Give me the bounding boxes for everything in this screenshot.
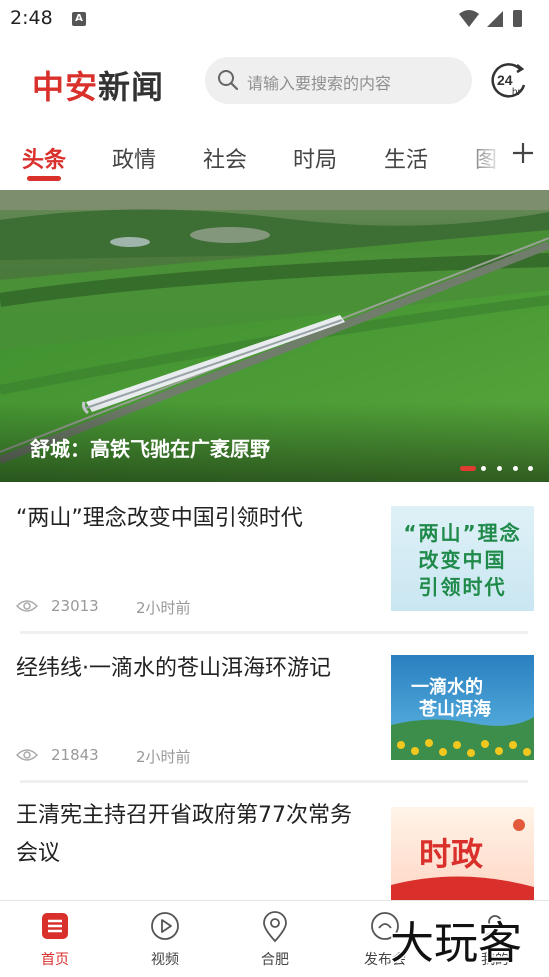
svg-text:大玩客: 大玩客 [390,918,522,969]
search-icon [218,70,239,91]
news-thumbnail: “两山”理念 改变中国 引领时代 [391,506,534,611]
search-bar[interactable]: 请输入要搜索的内容 [205,57,472,104]
carousel-dot [513,466,518,471]
category-tabs: 头条 政情 社会 时局 生活 图 [0,130,549,186]
tab-shenghuo[interactable]: 生活 [384,142,428,174]
thumbnail-text: “两山”理念 改变中国 引领时代 [403,521,522,599]
carousel-dot [528,466,533,471]
carousel-dot-active [460,466,476,471]
status-time: 2:48 [10,7,53,29]
svg-text:hr: hr [512,87,522,98]
nav-home[interactable]: 首页 [0,901,110,977]
watermark-logo: 大玩客 [389,917,524,971]
tab-shiju[interactable]: 时局 [293,142,337,174]
nav-label: 首页 [41,952,69,968]
news-title: 王清宪主持召开省政府第77次常务会议 [16,803,352,866]
tab-shehui[interactable]: 社会 [203,142,247,174]
news-item[interactable]: “两山”理念改变中国引领时代 23013 2小时前 “两山”理念 改变中国 引领时代 [0,500,549,635]
nav-video[interactable]: 视频 [110,901,220,977]
publish-time: 2小时前 [136,599,191,617]
views-icon [16,600,38,612]
carousel-dot [481,466,486,471]
svg-text:24: 24 [497,72,513,88]
nav-label: 视频 [151,952,179,968]
news-item[interactable]: 王清宪主持召开省政府第77次常务会议 时政 [0,797,549,900]
search-placeholder: 请输入要搜索的内容 [247,74,392,93]
location-icon [263,911,287,943]
divider [20,780,528,783]
24hr-icon[interactable]: 24 hr [490,61,528,101]
battery-icon [513,10,522,27]
divider [20,631,528,634]
home-icon [42,913,68,939]
headline-banner[interactable]: 舒城：高铁飞驰在广袤原野 [0,190,549,482]
news-title: “两山”理念改变中国引领时代 [16,506,303,531]
tab-zhengqing[interactable]: 政情 [112,142,156,174]
svg-text:一滴水的: 一滴水的 [411,676,483,698]
view-count: 23013 [51,597,99,615]
publish-time: 2小时前 [136,748,191,766]
carousel-dot [497,466,502,471]
news-title: 经纬线·一滴水的苍山洱海环游记 [16,656,331,681]
views-icon [16,749,38,761]
nav-hefei[interactable]: 合肥 [220,901,330,977]
view-count: 21843 [51,746,99,764]
tab-toutiao[interactable]: 头条 [22,142,66,174]
nav-label: 合肥 [261,952,289,968]
play-icon [151,912,179,940]
header: 中安新闻 请输入要搜索的内容 24 hr [0,50,549,110]
svg-text:时政: 时政 [419,835,483,873]
news-item[interactable]: 经纬线·一滴水的苍山洱海环游记 21843 2小时前 一滴水的 苍山洱海 [0,650,549,785]
svg-text:苍山洱海: 苍山洱海 [418,698,491,720]
signal-icon [487,11,503,27]
app-logo: 中安新闻 [32,68,165,106]
status-bar: 2:48 A [0,0,549,38]
add-channel-icon[interactable] [508,138,538,168]
status-icons [459,10,522,27]
thumbnail-image: 一滴水的 苍山洱海 [391,655,534,760]
active-tab-indicator [27,176,61,181]
tabs-fade [458,134,500,178]
wifi-icon [459,10,479,27]
thumbnail-image: 时政 [391,807,534,900]
notification-icon: A [72,12,86,26]
news-thumbnail: 时政 [391,807,534,900]
news-thumbnail: 一滴水的 苍山洱海 [391,655,534,760]
banner-caption: 舒城：高铁飞驰在广袤原野 [30,437,270,461]
